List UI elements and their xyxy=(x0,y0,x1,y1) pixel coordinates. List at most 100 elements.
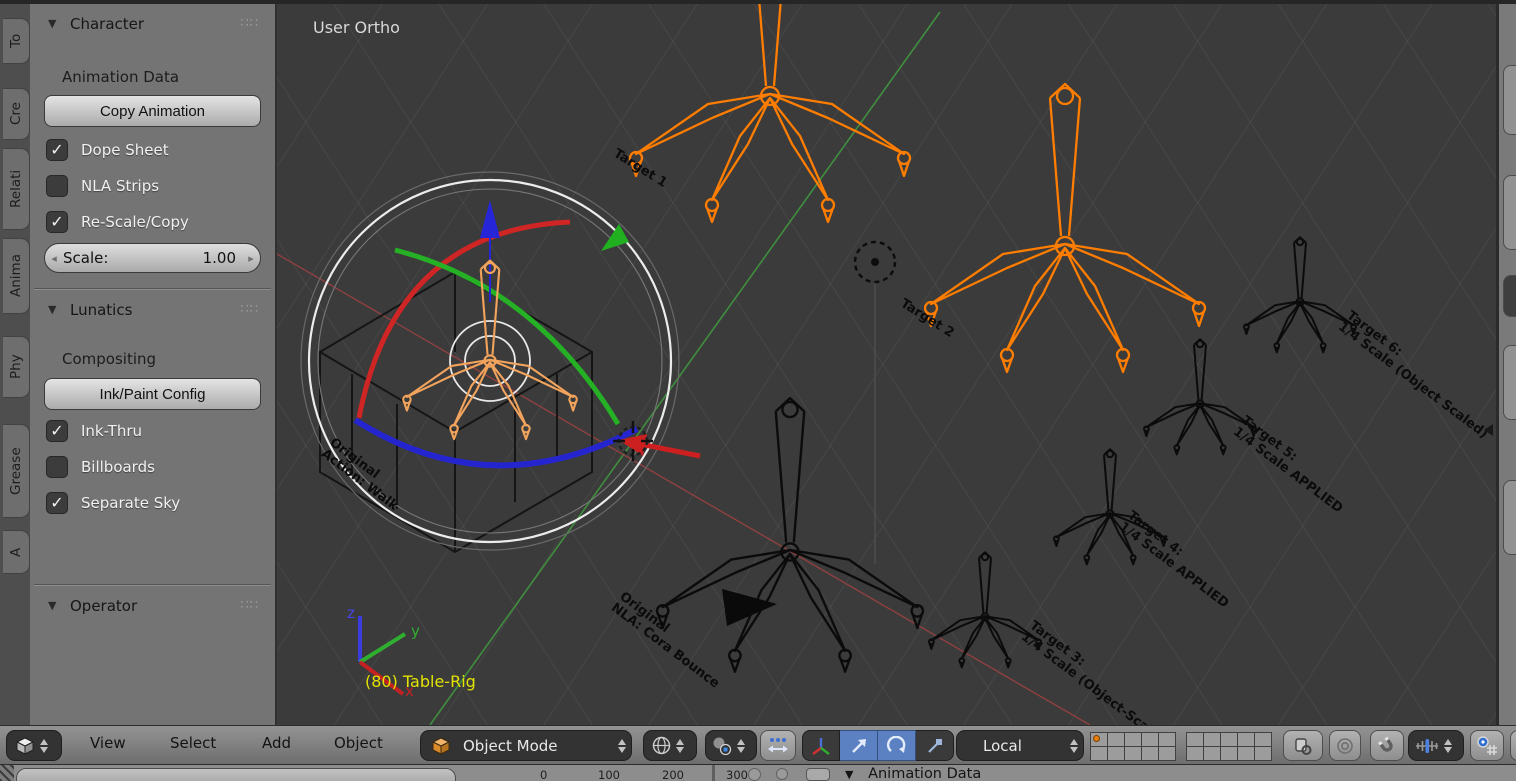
animation-data-panel-header[interactable]: ▼ Animation Data xyxy=(845,766,981,781)
scale-slider[interactable]: ◂ Scale: 1.00 ▸ xyxy=(44,243,261,273)
round-button[interactable] xyxy=(776,768,788,780)
checkbox-box[interactable]: ✓ xyxy=(46,492,68,514)
layer-cell[interactable] xyxy=(1254,746,1272,761)
shading-dropdown[interactable] xyxy=(643,730,697,761)
right-tab-2[interactable] xyxy=(1503,175,1516,250)
tab-create[interactable]: Cre xyxy=(3,88,30,140)
layer-cell[interactable] xyxy=(1158,732,1176,747)
layer-cell[interactable] xyxy=(1124,746,1142,761)
copy-animation-button[interactable]: Copy Animation xyxy=(44,95,261,127)
snap-magnet-button[interactable] xyxy=(1370,730,1404,761)
tab-grease[interactable]: Grease xyxy=(3,424,30,518)
panel-grip-icon[interactable]: ∷∷ xyxy=(240,598,259,613)
layer-cell[interactable] xyxy=(1220,732,1238,747)
layer-cell[interactable] xyxy=(1237,732,1255,747)
checkbox-box[interactable] xyxy=(46,456,68,478)
layer-cell[interactable] xyxy=(1254,732,1272,747)
viewport-scene: z y x xyxy=(277,4,1496,725)
checkbox-box[interactable]: ✓ xyxy=(46,211,68,233)
snap-element-dropdown[interactable] xyxy=(1408,730,1464,761)
mode-label: Object Mode xyxy=(463,737,613,755)
checkbox-dope-sheet[interactable]: ✓ Dope Sheet xyxy=(46,137,169,163)
dropdown-arrows-icon xyxy=(617,737,627,755)
layer-cell[interactable] xyxy=(1141,732,1159,747)
editor-type-dropdown[interactable] xyxy=(6,730,62,761)
checkbox-box[interactable]: ✓ xyxy=(46,420,68,442)
right-tab-3-active[interactable] xyxy=(1503,275,1516,317)
menu-object[interactable]: Object xyxy=(334,734,383,752)
region-expand-arrow-icon[interactable] xyxy=(1484,424,1493,436)
layer-cell[interactable] xyxy=(1141,746,1159,761)
blender-window: To Cre Relati Anima Phy Grease A ▼ Chara… xyxy=(0,0,1516,781)
panel-header-lunatics[interactable]: ▼ Lunatics ∷∷ xyxy=(36,300,269,322)
snap-target-button[interactable] xyxy=(1470,730,1504,761)
pivot-dropdown[interactable] xyxy=(705,730,757,761)
menu-add[interactable]: Add xyxy=(262,734,291,752)
checkbox-box[interactable]: ✓ xyxy=(46,139,68,161)
panel-checkbox[interactable] xyxy=(806,768,830,781)
checkbox-box[interactable] xyxy=(46,175,68,197)
layer-cell[interactable] xyxy=(1220,746,1238,761)
viewport-3d[interactable]: z y x User Ortho (80) Table-Rig Target 1… xyxy=(277,4,1496,725)
checkbox-rescale-copy[interactable]: ✓ Re-Scale/Copy xyxy=(46,209,189,235)
layer-cell[interactable] xyxy=(1124,732,1142,747)
lock-to-scene-button[interactable] xyxy=(1283,730,1323,761)
layer-cell[interactable] xyxy=(1203,732,1221,747)
checkbox-billboards[interactable]: Billboards xyxy=(46,454,155,480)
layer-cell[interactable] xyxy=(1203,746,1221,761)
right-tab-5[interactable] xyxy=(1503,480,1516,555)
manipulate-center-points-toggle[interactable] xyxy=(760,730,796,761)
menu-view[interactable]: View xyxy=(90,734,126,752)
rig-target-3[interactable] xyxy=(929,552,1041,667)
checkbox-label: Separate Sky xyxy=(81,494,180,512)
clipped-header-button[interactable] xyxy=(1510,730,1516,761)
mode-dropdown[interactable]: Object Mode xyxy=(420,730,632,761)
manipulator-axis-button[interactable] xyxy=(802,730,840,761)
layer-cell[interactable] xyxy=(1107,732,1125,747)
tab-physics[interactable]: Phy xyxy=(3,336,30,398)
tab-animation[interactable]: Anima xyxy=(3,238,30,314)
panel-grip-icon[interactable]: ∷∷ xyxy=(240,16,259,31)
orientation-dropdown[interactable]: Local xyxy=(956,730,1084,761)
manipulator-scale-button[interactable] xyxy=(916,730,954,761)
layer-cell[interactable] xyxy=(1186,732,1204,747)
right-tab-4[interactable] xyxy=(1503,345,1516,420)
manipulator-rotate-button[interactable] xyxy=(878,730,916,761)
tab-tools[interactable]: To xyxy=(3,18,30,64)
checkbox-nla-strips[interactable]: NLA Strips xyxy=(46,173,159,199)
checkbox-separate-sky[interactable]: ✓ Separate Sky xyxy=(46,490,180,516)
layer-cell[interactable] xyxy=(1107,746,1125,761)
slider-right-arrow-icon[interactable]: ▸ xyxy=(242,252,260,265)
layer-cell[interactable] xyxy=(1090,746,1108,761)
layer-cell[interactable] xyxy=(1090,732,1108,747)
viewport-header: View Select Add Object Object Mode xyxy=(0,725,1516,765)
rotate-icon xyxy=(887,736,907,756)
rig-target-2[interactable] xyxy=(925,84,1205,372)
manipulator-translate-button[interactable] xyxy=(840,730,878,761)
menu-select[interactable]: Select xyxy=(170,734,216,752)
round-button[interactable] xyxy=(748,768,761,781)
layer-cell[interactable] xyxy=(1237,746,1255,761)
checkbox-label: Ink-Thru xyxy=(81,422,142,440)
layers-grid-1 xyxy=(1090,732,1175,760)
toolshelf-tab-column: To Cre Relati Anima Phy Grease A xyxy=(0,4,30,725)
scale-icon xyxy=(925,736,945,756)
corner-resize-grip[interactable] xyxy=(0,765,14,781)
active-object-label: (80) Table-Rig xyxy=(365,672,476,691)
tab-a[interactable]: A xyxy=(3,530,30,574)
panel-header-operator[interactable]: ▼ Operator ∷∷ xyxy=(36,596,269,618)
layer-cell[interactable] xyxy=(1158,746,1176,761)
proportional-edit-button[interactable] xyxy=(1329,730,1361,761)
right-tab-1[interactable] xyxy=(1503,65,1516,135)
slider-left-arrow-icon[interactable]: ◂ xyxy=(45,252,63,265)
layer-cell[interactable] xyxy=(1186,746,1204,761)
empty-object[interactable] xyxy=(855,242,895,282)
panel-header-character[interactable]: ▼ Character ∷∷ xyxy=(36,14,269,36)
rig-original-black[interactable] xyxy=(657,398,923,672)
tab-relations[interactable]: Relati xyxy=(3,148,30,230)
checkbox-ink-thru[interactable]: ✓ Ink-Thru xyxy=(46,418,142,444)
region-divider xyxy=(34,584,271,586)
timeline-field[interactable] xyxy=(16,768,456,781)
panel-grip-icon[interactable]: ∷∷ xyxy=(240,302,259,317)
ink-paint-config-button[interactable]: Ink/Paint Config xyxy=(44,378,261,410)
